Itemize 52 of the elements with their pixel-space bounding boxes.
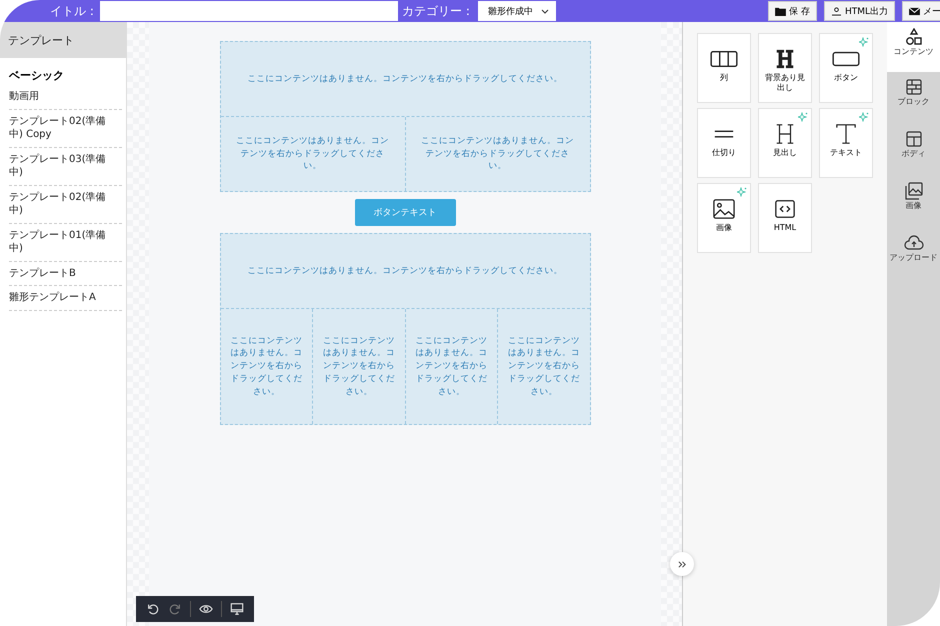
content-tile[interactable]: 列	[697, 33, 751, 103]
template-item[interactable]: テンプレート01(準備中)	[9, 224, 122, 262]
empty-drop-zone: ここにコンテンツはありません。コンテンツを右からドラッグしてください。	[404, 117, 590, 191]
side-tab[interactable]: ボディ	[887, 124, 940, 176]
empty-drop-zone: ここにコンテンツはありません。コンテンツを右からドラッグしてください。	[404, 309, 497, 424]
template-item[interactable]: 雛形テンプレートA	[9, 286, 122, 310]
template-item[interactable]: テンプレートB	[9, 262, 122, 286]
empty-drop-zone: ここにコンテンツはありません。コンテンツを右からドラッグしてください。	[229, 334, 304, 399]
template-item[interactable]: テンプレート02(準備中)	[9, 186, 122, 224]
mail-button[interactable]: メー	[902, 1, 940, 21]
template-item[interactable]: テンプレート03(準備中)	[9, 148, 122, 186]
cloud-upload-icon	[904, 234, 924, 252]
html-export-button[interactable]: HTML出力	[824, 1, 895, 21]
undo-icon[interactable]	[146, 602, 160, 616]
content-tile[interactable]: テキスト	[819, 108, 873, 178]
side-tab[interactable]: 画像	[887, 176, 940, 228]
save-button[interactable]: 保 存	[768, 1, 817, 21]
content-tile[interactable]: HTML	[758, 183, 812, 253]
content-tile[interactable]: 画像	[697, 183, 751, 253]
layout-icon	[904, 130, 924, 148]
side-tab[interactable]: ブロック	[887, 72, 940, 124]
content-tile[interactable]: ボタン	[819, 33, 873, 103]
template-item[interactable]: 動画用	[9, 85, 122, 110]
title-label: イトル :	[49, 2, 95, 20]
content-tile[interactable]: 仕切り	[697, 108, 751, 178]
title-input[interactable]	[100, 1, 398, 21]
chevron-down-icon	[541, 8, 549, 14]
empty-drop-zone: ここにコンテンツはありません。コンテンツを右からドラッグしてください。	[497, 309, 590, 424]
empty-drop-zone: ここにコンテンツはありません。コンテンツを右からドラッグしてください。	[246, 72, 564, 86]
mail-icon	[909, 6, 920, 16]
empty-drop-zone: ここにコンテンツはありません。コンテンツを右からドラッグしてください。	[312, 309, 404, 424]
template-item[interactable]: テンプレート02(準備中) Copy	[9, 110, 122, 148]
category-select[interactable]: 雛形作成中	[478, 1, 556, 21]
desktop-icon[interactable]	[230, 602, 244, 616]
empty-drop-zone: ここにコンテンツはありません。コンテンツを右からドラッグしてください。	[235, 134, 390, 174]
brick-grid-icon	[904, 78, 924, 96]
shapes-icon	[904, 28, 924, 46]
columns-icon	[709, 48, 739, 70]
side-tab[interactable]: コンテンツ	[887, 22, 940, 72]
content-tile[interactable]: 見出し	[758, 108, 812, 178]
redo-icon[interactable]	[168, 602, 182, 616]
collapse-button[interactable]	[670, 552, 694, 576]
content-tile[interactable]: 背景あり見出し	[758, 33, 812, 103]
sidebar-header: テンプレート	[0, 22, 126, 58]
section-title: ベーシック	[8, 68, 65, 84]
folder-icon	[775, 6, 786, 16]
double-chevron-icon	[678, 560, 686, 568]
preview-icon[interactable]	[199, 602, 213, 616]
side-tab[interactable]: アップロード	[887, 228, 940, 280]
images-icon	[904, 182, 924, 200]
category-label: カテゴリー :	[402, 2, 471, 20]
empty-drop-zone: ここにコンテンツはありません。コンテンツを右からドラッグしてください。	[246, 264, 564, 278]
